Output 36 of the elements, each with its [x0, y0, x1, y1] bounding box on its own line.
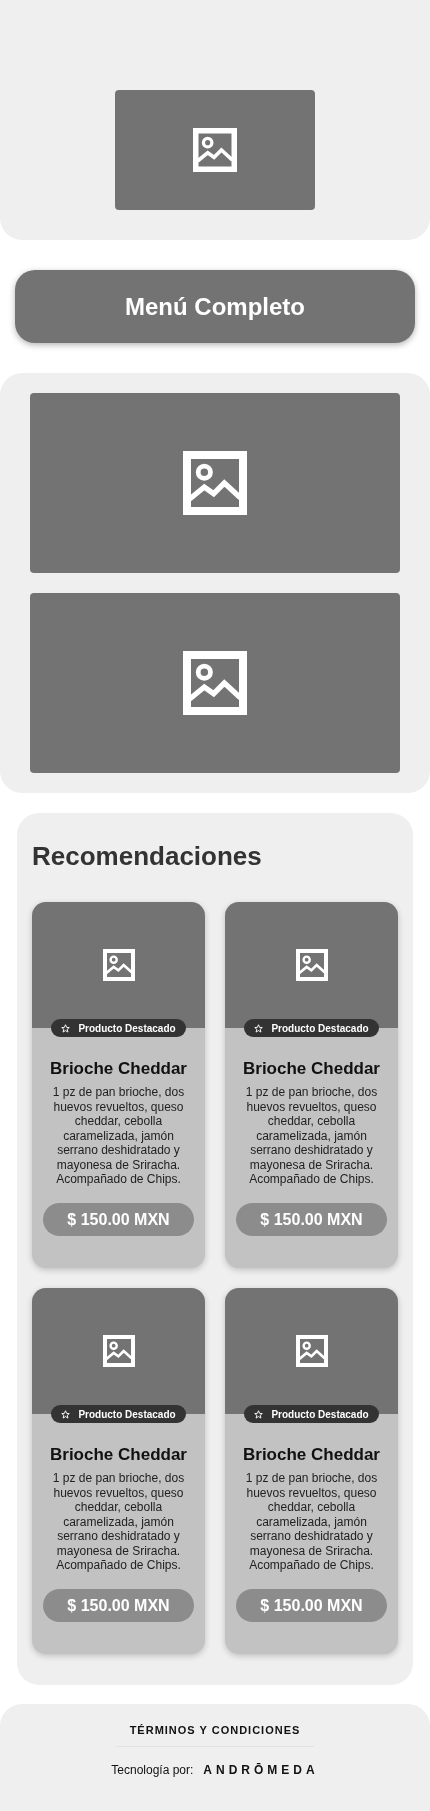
menu-button[interactable]: Menú Completo [15, 270, 415, 343]
image-icon [102, 949, 135, 981]
badge-label: Producto Destacado [78, 1408, 176, 1420]
credit-label: Tecnología por: [111, 1763, 194, 1777]
badge-label: Producto Destacado [271, 1022, 369, 1034]
product-name: Brioche Cheddar [50, 1059, 187, 1079]
image-icon [102, 1335, 135, 1367]
image-icon [183, 451, 247, 515]
badge-label: Producto Destacado [271, 1408, 369, 1420]
terms-link[interactable]: TÉRMINOS Y CONDICIONES [129, 1724, 301, 1736]
product-card[interactable]: Producto Destacado Brioche Cheddar 1 pz de pan brioche, dos huevos revueltos, queso cheddar, cebolla caramelizada, jamón serrano deshidratado y mayonesa de Sriracha. Acompañado de Chips. $ 150.00 MXN [225, 1288, 398, 1654]
product-description: 1 pz de pan brioche, dos huevos revueltos, queso cheddar, cebolla caramelizada, jamón serrano deshidratado y mayonesa de Sriracha. Acompañado de Chips. [244, 1471, 379, 1573]
product-description: 1 pz de pan brioche, dos huevos revueltos, queso cheddar, cebolla caramelizada, jamón serrano deshidratado y mayonesa de Sriracha. Acompañado de Chips. [244, 1085, 379, 1187]
star-icon [61, 1023, 71, 1033]
price-tag: $ 150.00 MXN [236, 1589, 387, 1622]
star-icon [254, 1023, 264, 1033]
product-card[interactable]: Producto Destacado Brioche Cheddar 1 pz de pan brioche, dos huevos revueltos, queso cheddar, cebolla caramelizada, jamón serrano deshidratado y mayonesa de Sriracha. Acompañado de Chips. $ 150.00 MXN [225, 902, 398, 1268]
product-name: Brioche Cheddar [50, 1445, 187, 1465]
product-card[interactable]: Producto Destacado Brioche Cheddar 1 pz de pan brioche, dos huevos revueltos, queso cheddar, cebolla caramelizada, jamón serrano deshidratado y mayonesa de Sriracha. Acompañado de Chips. $ 150.00 MXN [32, 902, 205, 1268]
section-title: Recomendaciones [32, 841, 263, 872]
price-tag: $ 150.00 MXN [43, 1589, 194, 1622]
image-icon [295, 949, 328, 981]
product-name: Brioche Cheddar [243, 1445, 380, 1465]
product-description: 1 pz de pan brioche, dos huevos revueltos, queso cheddar, cebolla caramelizada, jamón serrano deshidratado y mayonesa de Sriracha. Acompañado de Chips. [51, 1471, 186, 1573]
brand-logo: ANDRŌMEDA [203, 1763, 319, 1777]
image-icon [295, 1335, 328, 1367]
star-icon [61, 1409, 71, 1419]
badge-label: Producto Destacado [78, 1022, 176, 1034]
image-icon [193, 128, 237, 172]
image-icon [183, 651, 247, 715]
product-name: Brioche Cheddar [243, 1059, 380, 1079]
star-icon [254, 1409, 264, 1419]
price-tag: $ 150.00 MXN [236, 1203, 387, 1236]
product-description: 1 pz de pan brioche, dos huevos revueltos, queso cheddar, cebolla caramelizada, jamón serrano deshidratado y mayonesa de Sriracha. Acompañado de Chips. [51, 1085, 186, 1187]
price-tag: $ 150.00 MXN [43, 1203, 194, 1236]
product-card[interactable]: Producto Destacado Brioche Cheddar 1 pz de pan brioche, dos huevos revueltos, queso cheddar, cebolla caramelizada, jamón serrano deshidratado y mayonesa de Sriracha. Acompañado de Chips. $ 150.00 MXN [32, 1288, 205, 1654]
